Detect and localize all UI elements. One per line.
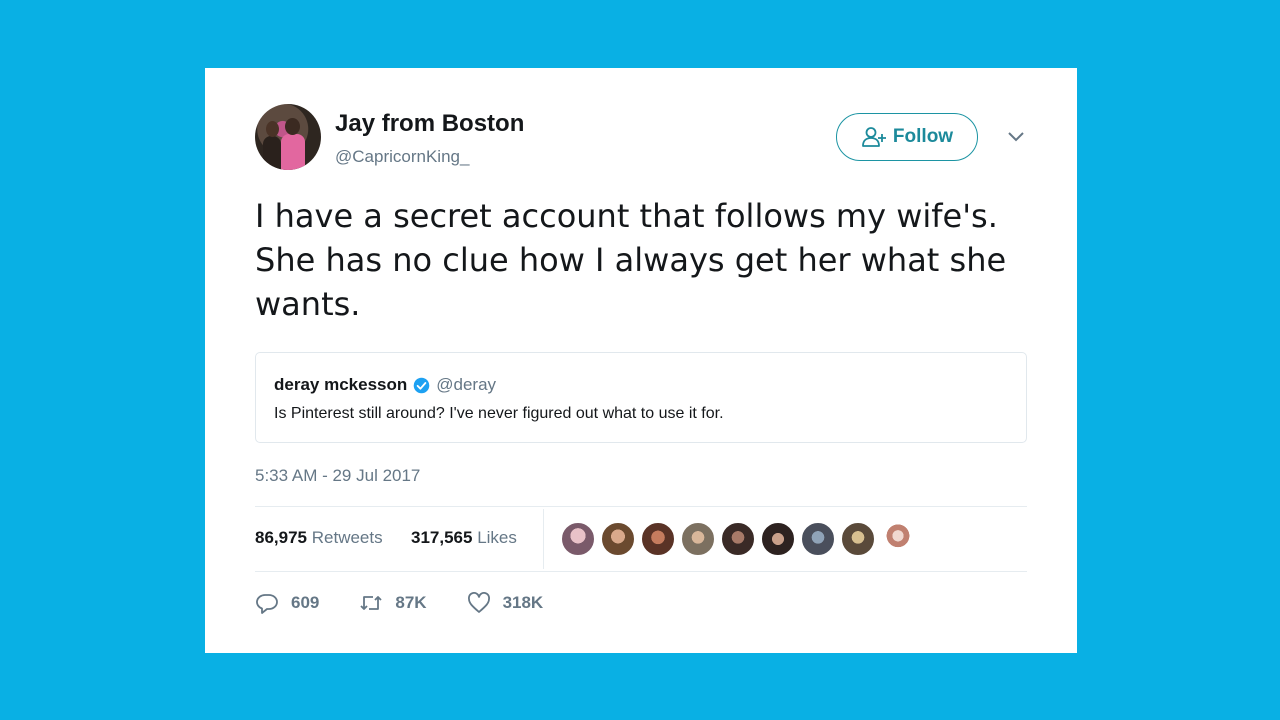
tweet-text: I have a secret account that follows my …	[255, 197, 1007, 323]
tweet-timestamp[interactable]: 5:33 AM - 29 Jul 2017	[255, 466, 420, 486]
liker-avatar[interactable]	[880, 521, 916, 557]
retweets-stat[interactable]: 86,975 Retweets	[255, 528, 383, 548]
avatar-head-right	[285, 118, 300, 135]
retweets-count: 86,975	[255, 528, 307, 547]
author-handle[interactable]: @CapricornKing_	[335, 147, 469, 167]
quoted-tweet[interactable]: deray mckesson @deray Is Pinterest still…	[255, 352, 1027, 443]
liker-avatar[interactable]	[600, 521, 636, 557]
likes-stat[interactable]: 317,565 Likes	[411, 528, 517, 548]
liker-avatar[interactable]	[560, 521, 596, 557]
liker-avatar[interactable]	[680, 521, 716, 557]
reply-button[interactable]: 609	[255, 592, 319, 614]
liker-avatar[interactable]	[720, 521, 756, 557]
liker-avatar[interactable]	[640, 521, 676, 557]
add-user-icon	[862, 127, 886, 147]
liker-avatars	[560, 521, 916, 557]
like-count: 318K	[502, 593, 544, 612]
like-button[interactable]: 318K	[467, 592, 544, 614]
likes-label: Likes	[477, 528, 517, 547]
follow-label: Follow	[892, 126, 954, 147]
divider	[255, 506, 1027, 507]
reply-count: 609	[291, 593, 320, 612]
avatar-head-left	[266, 121, 279, 137]
likes-count: 317,565	[411, 528, 473, 547]
divider	[255, 571, 1027, 572]
follow-button[interactable]: Follow	[836, 113, 978, 161]
retweet-button[interactable]: 87K	[359, 592, 427, 614]
verified-badge-icon	[413, 377, 430, 393]
tweet-card: Jay from Boston @CapricornKing_ Follow I…	[205, 68, 1077, 653]
liker-avatar[interactable]	[840, 521, 876, 557]
quoted-author-handle: @deray	[436, 375, 497, 394]
retweets-label: Retweets	[311, 528, 383, 547]
chevron-down-icon[interactable]	[1005, 130, 1027, 144]
heart-icon	[467, 592, 490, 613]
stats-divider	[543, 509, 544, 569]
avatar-figure-left	[263, 136, 281, 170]
retweet-icon	[360, 596, 383, 610]
author-avatar[interactable]	[255, 104, 321, 170]
retweet-count: 87K	[395, 593, 427, 612]
liker-avatar[interactable]	[800, 521, 836, 557]
quoted-text: Is Pinterest still around? I've never fi…	[274, 405, 724, 422]
tweet-actions: 609 87K 318K	[255, 592, 583, 614]
quoted-author-name: deray mckesson	[274, 375, 408, 394]
quoted-header: deray mckesson @deray	[274, 375, 496, 395]
author-name[interactable]: Jay from Boston	[335, 110, 524, 138]
avatar-figure-right	[281, 134, 305, 170]
reply-icon	[256, 594, 278, 614]
liker-avatar[interactable]	[760, 521, 796, 557]
